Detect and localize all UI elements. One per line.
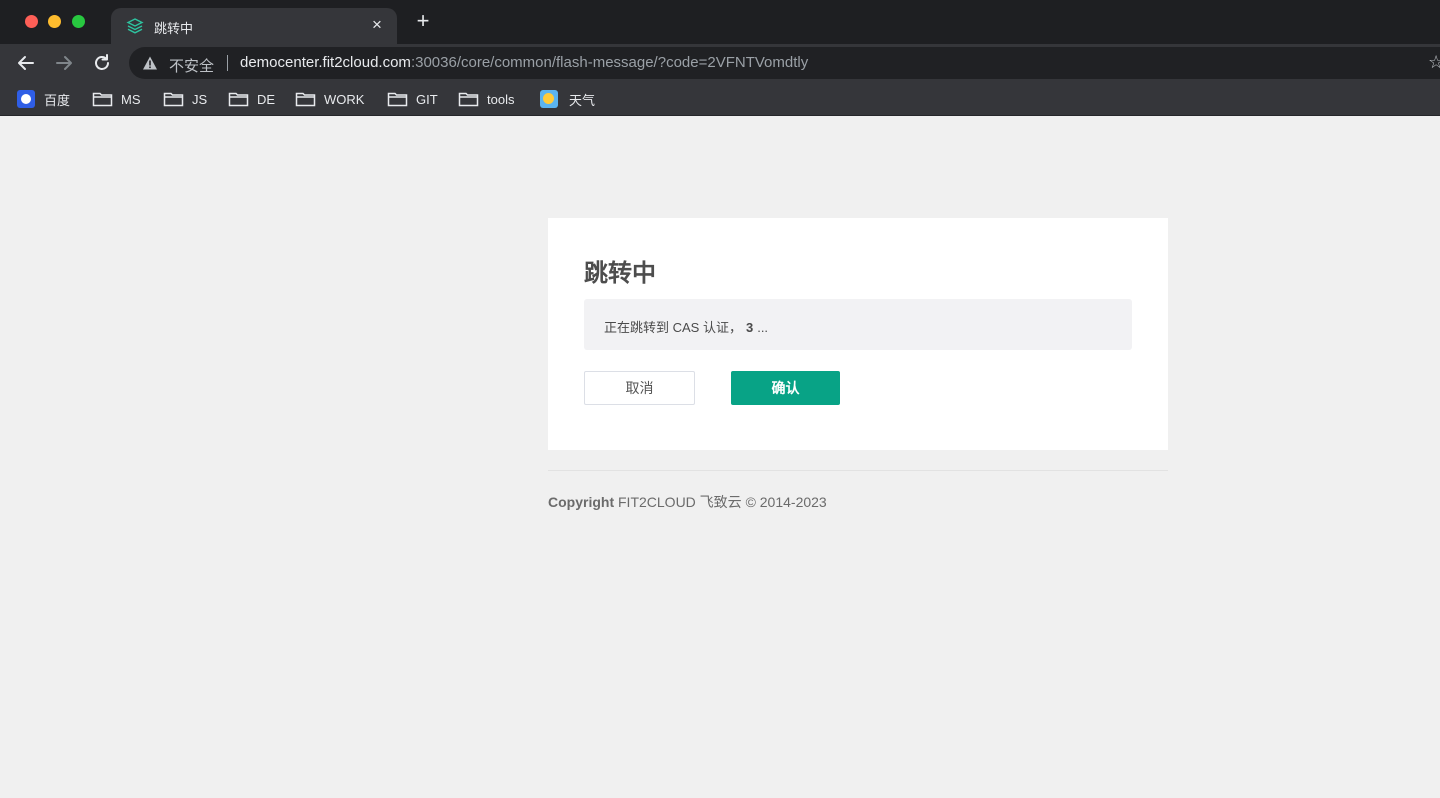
tab-close-icon[interactable]: × (367, 15, 387, 35)
url-host: democenter.fit2cloud.com (240, 54, 411, 71)
folder-icon (163, 92, 184, 107)
layers-icon (126, 18, 144, 34)
confirm-button[interactable]: 确认 (731, 371, 840, 405)
new-tab-button[interactable]: + (412, 10, 434, 32)
bookmark-star-icon[interactable]: ☆ (1428, 52, 1440, 73)
bookmark-label: DE (257, 91, 276, 107)
browser-tab-bar: 跳转中 × + (0, 0, 1440, 44)
countdown-number: 3 (745, 320, 754, 335)
copyright-label: Copyright (548, 494, 615, 510)
bookmark-label: 百度 (44, 92, 71, 108)
tab-title: 跳转中 (154, 21, 194, 36)
url-path: :30036/core/common/flash-message/?code=2… (410, 54, 809, 71)
weather-icon (540, 90, 558, 108)
bookmark-label: 天气 (569, 92, 596, 108)
folder-icon (458, 92, 479, 107)
folder-icon (92, 92, 113, 107)
bookmark-label: WORK (324, 91, 365, 107)
folder-icon (295, 92, 316, 107)
bookmark-weather[interactable]: 天气 (540, 90, 595, 108)
copyright-footer: Copyright FIT2CLOUD 飞致云 © 2014-2023 (548, 492, 827, 512)
forward-arrow-icon[interactable] (53, 52, 75, 74)
bookmark-folder-git[interactable]: GIT (387, 90, 438, 108)
bookmark-folder-ms[interactable]: MS (92, 90, 141, 108)
copyright-text: FIT2CLOUD 飞致云 © 2014-2023 (614, 494, 827, 510)
redirect-message-box: 正在跳转到 CAS 认证， 3... (584, 299, 1132, 350)
url-text[interactable]: democenter.fit2cloud.com:30036/core/comm… (240, 54, 808, 71)
footer-divider (548, 470, 1168, 471)
folder-icon (387, 92, 408, 107)
bookmark-folder-tools[interactable]: tools (458, 90, 514, 108)
bookmark-baidu[interactable]: 百度 (17, 90, 70, 108)
message-prefix: 正在跳转到 CAS 认证， (604, 320, 742, 335)
address-bar[interactable]: 不安全 democenter.fit2cloud.com:30036/core/… (129, 47, 1440, 79)
baidu-icon (17, 90, 35, 108)
browser-tab[interactable]: 跳转中 × (111, 8, 397, 44)
bookmark-label: GIT (416, 91, 438, 107)
folder-icon (228, 92, 249, 107)
bookmark-label: MS (121, 91, 141, 107)
page-title: 跳转中 (584, 260, 656, 287)
bookmark-folder-de[interactable]: DE (228, 90, 275, 108)
window-minimize-button[interactable] (48, 15, 61, 28)
redirect-message: 正在跳转到 CAS 认证， 3... (604, 317, 768, 336)
address-separator (227, 55, 228, 71)
cancel-button[interactable]: 取消 (584, 371, 695, 405)
redirect-card: 跳转中 正在跳转到 CAS 认证， 3... 取消 确认 (548, 218, 1168, 450)
window-maximize-button[interactable] (72, 15, 85, 28)
insecure-label[interactable]: 不安全 (169, 55, 214, 76)
bookmarks-bar: 百度 MS JS DE WORK GIT tools 天气 (0, 82, 1440, 116)
message-suffix: ... (757, 320, 769, 335)
browser-toolbar: 不安全 democenter.fit2cloud.com:30036/core/… (0, 44, 1440, 82)
bookmark-label: JS (192, 91, 208, 107)
bookmark-folder-work[interactable]: WORK (295, 90, 364, 108)
bookmark-folder-js[interactable]: JS (163, 90, 207, 108)
reload-icon[interactable] (91, 52, 113, 74)
warning-icon[interactable] (142, 55, 158, 71)
back-arrow-icon[interactable] (15, 52, 37, 74)
window-close-button[interactable] (25, 15, 38, 28)
bookmark-label: tools (487, 91, 515, 107)
